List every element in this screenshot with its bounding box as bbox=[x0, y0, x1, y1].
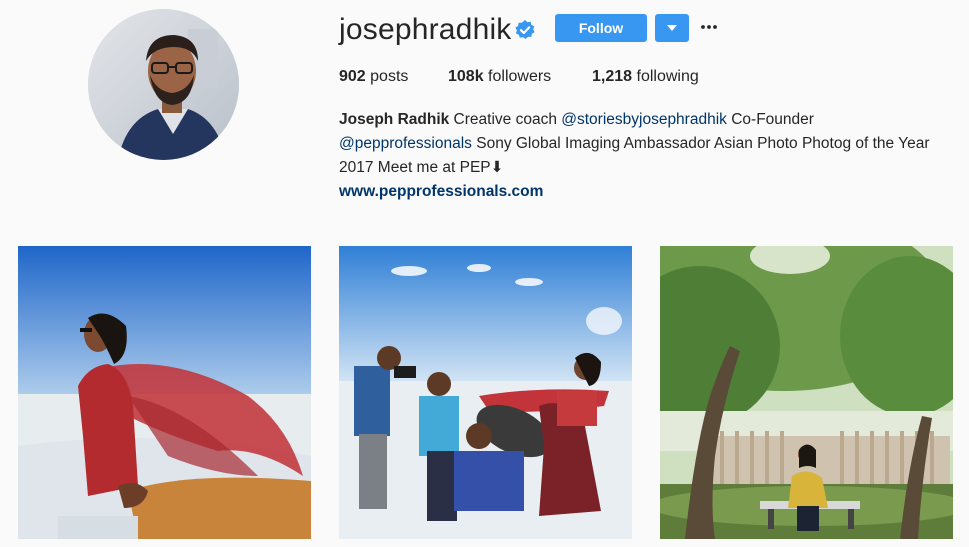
post-thumbnail[interactable] bbox=[660, 246, 953, 539]
profile-bio: Joseph Radhik Creative coach @storiesbyj… bbox=[339, 108, 959, 204]
bio-text: Creative coach bbox=[449, 111, 562, 128]
full-name: Joseph Radhik bbox=[339, 111, 450, 128]
chevron-down-icon bbox=[667, 25, 677, 31]
bio-text: Co-Founder bbox=[726, 111, 814, 128]
verified-badge-icon bbox=[515, 20, 535, 39]
posts-stat: 902 posts bbox=[339, 67, 408, 87]
suggestions-dropdown-button[interactable] bbox=[655, 14, 689, 42]
woman-under-trees-photo bbox=[660, 246, 953, 539]
profile-photo bbox=[88, 9, 239, 160]
mention-link[interactable]: @storiesbyjosephradhik bbox=[561, 111, 727, 128]
avatar[interactable] bbox=[88, 9, 239, 160]
post-thumbnail[interactable] bbox=[339, 246, 632, 539]
following-count: 1,218 bbox=[592, 68, 633, 85]
posts-count: 902 bbox=[339, 68, 366, 85]
photoshoot-behind-scenes-photo bbox=[339, 246, 632, 539]
following-label: following bbox=[636, 68, 699, 85]
followers-stat[interactable]: 108k followers bbox=[448, 67, 551, 87]
mention-link[interactable]: @pepprofessionals bbox=[339, 135, 472, 152]
posts-label: posts bbox=[370, 68, 409, 85]
post-thumbnail[interactable] bbox=[18, 246, 311, 539]
more-options-button[interactable] bbox=[698, 16, 720, 38]
followers-label: followers bbox=[488, 68, 552, 85]
follow-button[interactable]: Follow bbox=[555, 14, 647, 42]
username: josephradhik bbox=[339, 13, 512, 46]
bride-in-desert-photo bbox=[18, 246, 311, 539]
following-stat[interactable]: 1,218 following bbox=[592, 67, 699, 87]
followers-count: 108k bbox=[448, 68, 484, 85]
ellipsis-icon bbox=[701, 25, 717, 29]
website-link[interactable]: www.pepprofessionals.com bbox=[339, 180, 959, 204]
